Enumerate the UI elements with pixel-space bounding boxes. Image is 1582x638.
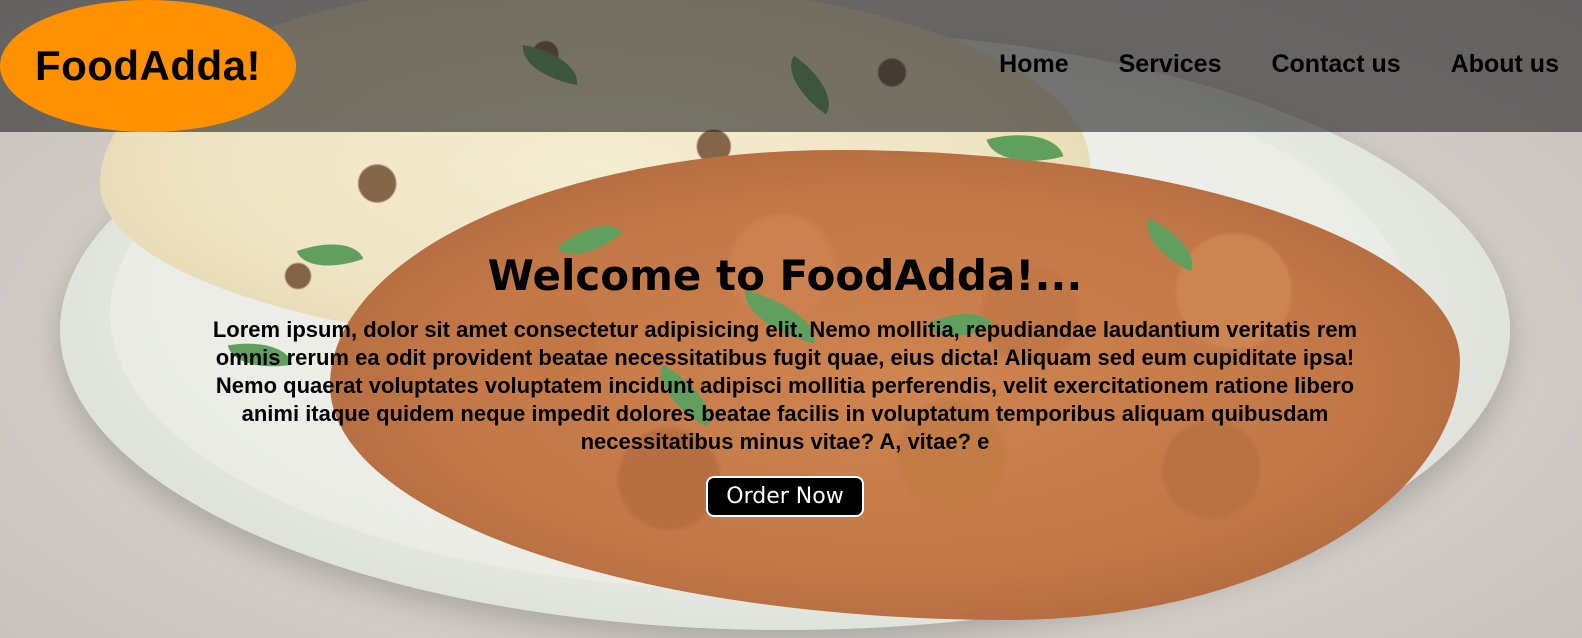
main-nav: Home Services Contact us About us bbox=[996, 50, 1562, 79]
hero-description: Lorem ipsum, dolor sit amet consectetur … bbox=[212, 317, 1358, 454]
order-now-button[interactable]: Order Now bbox=[706, 476, 864, 517]
nav-item-contact-us[interactable]: Contact us bbox=[1268, 50, 1403, 79]
hero-title: Welcome to FoodAdda!... bbox=[487, 251, 1083, 300]
logo-text: FoodAdda! bbox=[34, 42, 262, 89]
nav-item-home[interactable]: Home bbox=[996, 50, 1071, 79]
logo[interactable]: FoodAdda! bbox=[0, 0, 296, 132]
page: FoodAdda! Home Services Contact us About… bbox=[0, 0, 1582, 638]
nav-item-about-us[interactable]: About us bbox=[1448, 50, 1562, 79]
nav-item-services[interactable]: Services bbox=[1116, 50, 1225, 79]
hero-section: Welcome to FoodAdda!... Lorem ipsum, dol… bbox=[200, 248, 1370, 517]
